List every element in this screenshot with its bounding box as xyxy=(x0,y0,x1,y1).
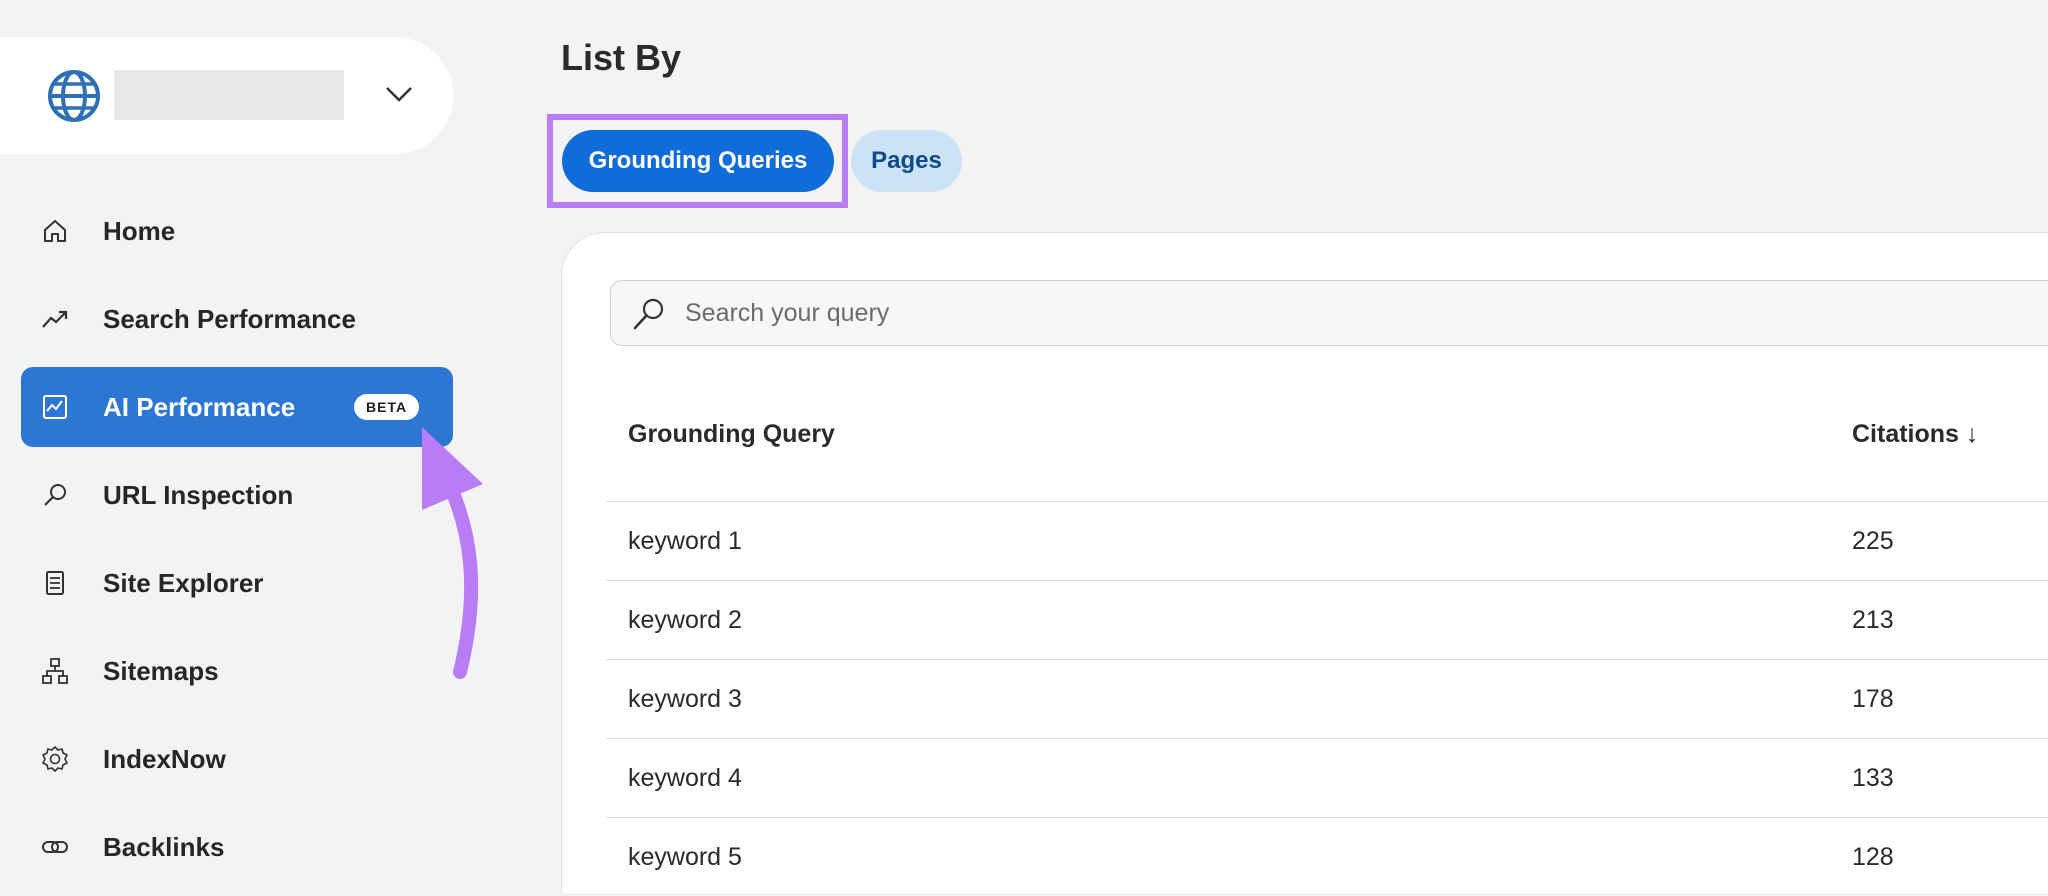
sidebar-item-label: Sitemaps xyxy=(103,655,219,686)
citations-cell: 133 xyxy=(1852,763,1894,792)
site-selector[interactable] xyxy=(0,37,453,154)
sidebar-item-indexnow[interactable]: IndexNow xyxy=(21,719,453,799)
table-row[interactable]: keyword 3 178 xyxy=(606,659,2048,738)
tab-pages[interactable]: Pages xyxy=(851,130,962,192)
sidebar-item-sitemaps[interactable]: Sitemaps xyxy=(21,631,453,711)
sidebar-item-label: AI Performance xyxy=(103,391,296,422)
page-title: List By xyxy=(561,37,682,78)
citations-cell: 213 xyxy=(1852,605,1894,634)
sidebar-item-label: IndexNow xyxy=(103,743,226,774)
sitemap-icon xyxy=(42,658,68,684)
home-icon xyxy=(44,220,66,242)
query-cell: keyword 4 xyxy=(628,763,742,792)
beta-badge: BETA xyxy=(354,394,420,420)
annotation-arrow-icon xyxy=(422,427,483,679)
trending-up-icon xyxy=(42,310,68,328)
queries-table-card: Grounding Query Citations ↓ keyword 1 22… xyxy=(561,232,2048,893)
table-row[interactable]: keyword 2 213 xyxy=(606,580,2048,659)
query-cell: keyword 2 xyxy=(628,605,742,634)
search-icon xyxy=(44,484,66,506)
search-input[interactable] xyxy=(683,281,1983,345)
search-bar[interactable] xyxy=(610,280,2048,346)
document-list-icon xyxy=(46,571,64,595)
search-icon xyxy=(633,298,664,330)
sidebar-item-label: Backlinks xyxy=(103,831,225,862)
table-row[interactable]: keyword 4 133 xyxy=(606,738,2048,817)
column-header-grounding-query[interactable]: Grounding Query xyxy=(628,420,835,449)
link-icon xyxy=(42,841,68,853)
globe-icon xyxy=(48,70,100,122)
query-cell: keyword 1 xyxy=(628,526,742,555)
sidebar-item-label: Search Performance xyxy=(103,303,356,334)
table-row[interactable]: keyword 1 225 xyxy=(606,501,2048,580)
sidebar-item-search-performance[interactable]: Search Performance xyxy=(21,279,453,359)
sidebar-item-url-inspection[interactable]: URL Inspection xyxy=(21,455,453,535)
citations-cell: 225 xyxy=(1852,526,1894,555)
table-header: Grounding Query Citations ↓ xyxy=(606,416,2048,480)
sidebar-item-backlinks[interactable]: Backlinks xyxy=(21,807,453,887)
sidebar-item-site-explorer[interactable]: Site Explorer xyxy=(21,543,453,623)
query-cell: keyword 3 xyxy=(628,684,742,713)
site-name-redacted xyxy=(114,70,344,120)
chart-icon xyxy=(43,395,67,419)
sidebar-item-home[interactable]: Home xyxy=(21,191,453,271)
table-row[interactable]: keyword 5 128 xyxy=(606,817,2048,896)
query-cell: keyword 5 xyxy=(628,842,742,871)
sidebar-item-label: URL Inspection xyxy=(103,479,294,510)
citations-cell: 128 xyxy=(1852,842,1894,871)
citations-cell: 178 xyxy=(1852,684,1894,713)
column-header-citations[interactable]: Citations ↓ xyxy=(1852,420,1978,449)
settings-gear-icon xyxy=(42,746,68,772)
sidebar-item-label: Home xyxy=(103,215,176,246)
tab-grounding-queries[interactable]: Grounding Queries xyxy=(562,130,834,192)
sidebar-item-ai-performance[interactable]: AI Performance BETA xyxy=(21,367,453,447)
chevron-down-icon[interactable] xyxy=(384,84,414,104)
sidebar-item-label: Site Explorer xyxy=(103,567,264,598)
